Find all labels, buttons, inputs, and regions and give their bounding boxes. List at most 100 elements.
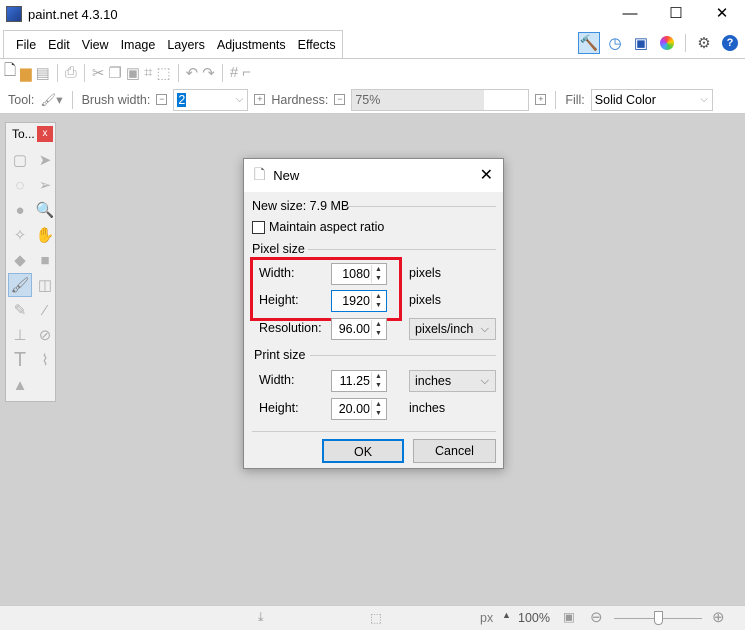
new-file-icon: 🗋 [254,165,266,182]
hardness-decrease-button[interactable]: − [334,94,346,105]
settings-gear-icon[interactable]: ⚙ [693,32,715,54]
menu-edit[interactable]: Edit [42,38,76,52]
color-picker-icon[interactable]: ⁄ [33,298,57,322]
app-icon [6,6,22,22]
print-width-input[interactable]: 11.25 ▲ ▼ [331,370,387,392]
menu-image[interactable]: Image [115,38,162,52]
layers-icon[interactable]: ▣ [630,32,652,54]
units-caret-icon[interactable]: ▲ [502,610,511,620]
ellipse-select-icon[interactable]: ● [8,198,32,222]
menu-layers[interactable]: Layers [161,38,211,52]
print-height-unit: inches [409,401,446,415]
menu-effects[interactable]: Effects [292,38,342,52]
pan-icon[interactable]: ✋ [33,223,57,247]
menu-adjustments[interactable]: Adjustments [211,38,292,52]
tools-window-title: To... [12,127,35,141]
fill-label: Fill: [565,92,585,107]
toolbar: 🗋 ▆ ▤ ⎙ ✂ ❐ ▣ ⌗ ⬚ ↶ ↷ # ⌐ [0,58,745,86]
zoom-in-icon[interactable]: ⊕ [712,608,725,626]
minimize-button[interactable]: — [607,0,653,30]
print-width-unit-dropdown[interactable]: inches ⌵ [409,370,496,392]
ok-button[interactable]: OK [322,439,404,463]
zoom-to-window-icon[interactable]: ▣ [563,609,575,624]
deselect-icon[interactable]: ⬚ [156,64,170,82]
height-unit: pixels [409,293,441,307]
print-width-label: Width: [259,373,295,387]
print-height-input[interactable]: 20.00 ▲ ▼ [331,398,387,420]
zoom-out-icon[interactable]: ⊖ [590,608,603,626]
magic-wand-icon[interactable]: ✧ [8,223,32,247]
status-bar: ⤓ ⬚ px ▲ 100% ▣ ⊖ ⊕ [0,605,745,630]
rectangle-select-icon[interactable]: ▢ [8,148,32,172]
hardness-increase-button[interactable]: + [535,94,547,105]
line-curve-icon[interactable]: ⌇ [33,348,57,372]
brush-width-increase-button[interactable]: + [254,94,266,105]
paintbrush-icon[interactable]: 🖌▾ [40,92,62,108]
print-height-label: Height: [259,401,299,415]
resolution-unit-dropdown[interactable]: pixels/inch ⌵ [409,318,496,340]
undo-icon[interactable]: ↶ [186,64,199,82]
zoom-icon[interactable]: 🔍 [33,198,57,222]
open-folder-icon[interactable]: ▆ [20,64,32,82]
colors-wheel-icon[interactable] [656,32,678,54]
tool-label: Tool: [8,92,35,107]
units-selector[interactable]: px [480,611,493,625]
help-icon[interactable]: ? [719,32,741,54]
print-icon[interactable]: ⎙ [65,64,77,81]
move-selection-icon[interactable]: ➢ [33,173,57,197]
ruler-icon[interactable]: ⌐ [242,64,251,81]
lasso-select-icon[interactable]: ◌ [8,173,32,197]
brush-width-input[interactable]: 2 ⌵ [173,88,249,111]
move-selected-icon[interactable]: ➤ [33,148,57,172]
copy-icon[interactable]: ❐ [108,64,121,82]
tool-options-bar: Tool: 🖌▾ Brush width: − 2 ⌵ + Hardness: −… [0,86,745,114]
selection-size-icon: ⬚ [370,611,382,625]
paintbrush-tool-icon[interactable]: 🖌 [8,273,32,297]
width-unit: pixels [409,266,441,280]
eraser-icon[interactable]: ◫ [33,273,57,297]
cancel-button[interactable]: Cancel [413,439,496,463]
resolution-input[interactable]: 96.00 ▲ ▼ [331,318,387,340]
paint-bucket-icon[interactable]: ◆ [8,248,32,272]
paste-icon[interactable]: ▣ [126,64,140,82]
clone-stamp-icon[interactable]: ⊥ [8,323,32,347]
tools-toggle-hammer-icon[interactable]: 🔨 [578,32,600,54]
zoom-level[interactable]: 100% [518,611,550,625]
new-file-icon[interactable]: 🗋 [4,60,16,85]
shapes-icon[interactable]: ▲ [8,373,32,397]
dialog-close-button[interactable]: ✕ [480,165,493,185]
close-button[interactable]: ✕ [699,0,745,30]
grid-icon[interactable]: # [230,64,238,81]
highlight-box [250,257,402,321]
brush-width-label: Brush width: [81,92,151,107]
brush-width-decrease-button[interactable]: − [156,94,168,105]
fill-dropdown[interactable]: Solid Color ⌵ [590,88,713,111]
text-icon[interactable]: T [8,348,32,372]
zoom-slider-thumb[interactable] [654,611,663,625]
dialog-title: New [273,168,300,183]
resolution-label: Resolution: [259,321,322,335]
maximize-button[interactable]: ☐ [653,0,699,30]
title-bar: paint.net 4.3.10 — ☐ ✕ [0,0,745,30]
pencil-icon[interactable]: ✎ [8,298,32,322]
new-size-text: New size: 7.9 MB [252,199,350,213]
recolor-icon[interactable]: ⊘ [33,323,57,347]
menu: File Edit View Image Layers Adjustments … [3,30,343,58]
maintain-aspect-checkbox[interactable]: Maintain aspect ratio [252,220,384,234]
crop-icon[interactable]: ⌗ [144,64,152,81]
image-size-icon: ⤓ [258,610,264,624]
tools-window: To... x ▢ ➤ ◌ ➢ ● 🔍 ✧ ✋ ◆ ■ 🖌 ◫ ✎ ⁄ ⊥ ⊘ T ⌇ ▲ [5,122,56,402]
menu-view[interactable]: View [76,38,115,52]
tools-close-button[interactable]: x [37,126,53,142]
save-icon[interactable]: ▤ [36,64,50,82]
menu-bar: File Edit View Image Layers Adjustments … [0,30,745,58]
hardness-slider[interactable]: 75% [351,88,530,111]
print-size-label: Print size [254,348,306,362]
menu-file[interactable]: File [10,38,42,52]
cut-icon[interactable]: ✂ [92,64,105,82]
window-toggles: 🔨 ◷ ▣ ⚙ ? [578,32,741,54]
gradient-icon[interactable]: ■ [33,248,57,272]
history-icon[interactable]: ◷ [604,32,626,54]
new-image-dialog: 🗋 New ✕ New size: 7.9 MB Maintain aspect r… [243,158,504,469]
redo-icon[interactable]: ↷ [202,64,215,82]
